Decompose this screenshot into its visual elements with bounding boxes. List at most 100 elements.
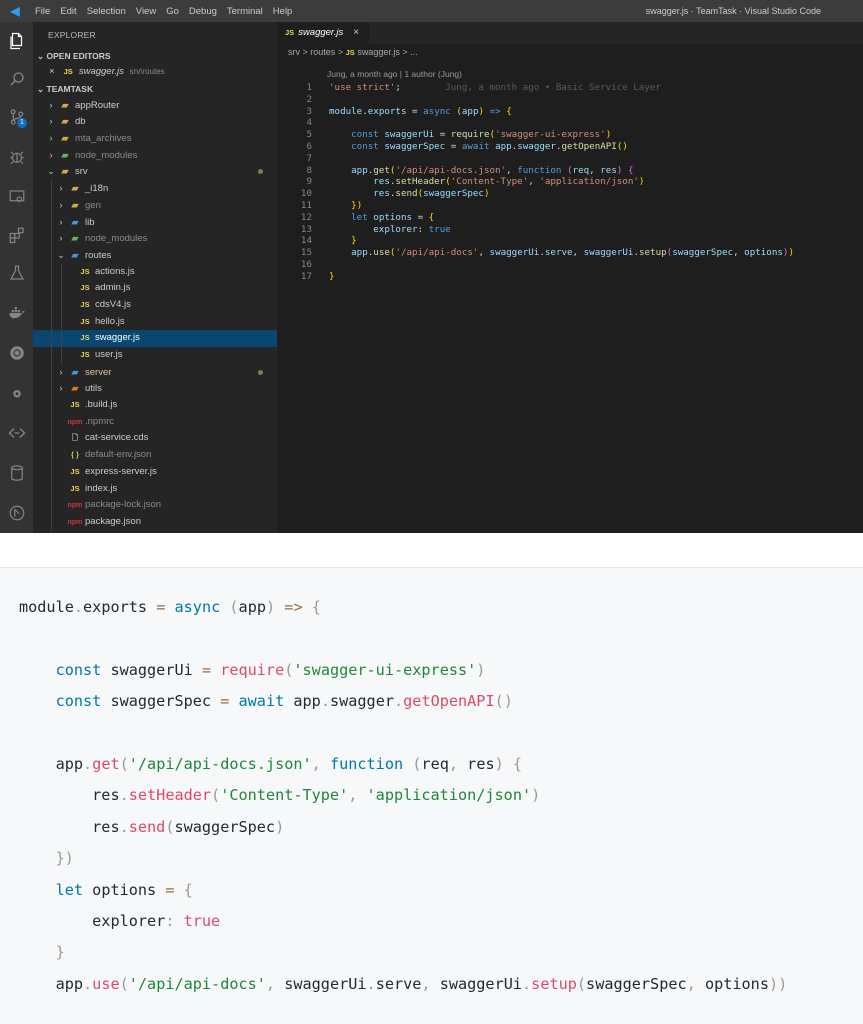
code-line[interactable]: 17}	[277, 271, 863, 283]
tree-item[interactable]: ⌄ ▰ routes	[33, 246, 277, 264]
tree-item[interactable]: JS admin.js	[33, 280, 277, 297]
tree-item-label: mta_archives	[75, 133, 132, 145]
folder-icon: ▰	[71, 199, 79, 210]
open-editor-item[interactable]: × JS swagger.js srv\routes	[33, 64, 277, 81]
tree-item-label: package.json	[85, 515, 141, 527]
code-line[interactable]: 10 res.send(swaggerSpec)	[277, 188, 863, 200]
tree-item[interactable]: › ▰ db	[33, 113, 277, 130]
code-line[interactable]: 3 module.exports = async (app) => {	[277, 106, 863, 118]
open-editor-path: srv\routes	[129, 67, 165, 76]
folder-icon: ▰	[71, 249, 79, 260]
close-icon[interactable]: ×	[49, 66, 55, 77]
indent-guide	[51, 380, 52, 398]
indent-guide	[51, 246, 52, 264]
tree-item[interactable]: JS hello.js	[33, 313, 277, 331]
menu-help[interactable]: Help	[268, 6, 298, 17]
indent-guide	[51, 513, 52, 531]
breadcrumb-file[interactable]: swagger.js	[357, 47, 400, 57]
tree-item[interactable]: › ▰ gen	[33, 196, 277, 214]
tree-item[interactable]: 🗋 cat-service.cds	[33, 430, 277, 448]
docker-icon[interactable]	[0, 298, 33, 328]
deploy-icon[interactable]	[0, 498, 33, 528]
tree-item[interactable]: JS actions.js	[33, 263, 277, 281]
tree-item[interactable]: › ▰ utils	[33, 380, 277, 398]
tree-item-label: actions.js	[95, 265, 135, 277]
extensions-icon[interactable]	[0, 220, 33, 250]
code-line[interactable]: 7	[277, 153, 863, 165]
code-line[interactable]: 5 const swaggerUi = require('swagger-ui-…	[277, 129, 863, 141]
code-text: module.exports = async (app) => {	[329, 105, 512, 117]
menu-file[interactable]: File	[30, 6, 55, 17]
code-line[interactable]: 4	[277, 117, 863, 129]
close-icon[interactable]: ×	[353, 22, 359, 44]
js-file-icon: JS	[70, 400, 80, 410]
cloud-icon[interactable]	[0, 378, 33, 408]
tree-item[interactable]: JS .build.js	[33, 397, 277, 414]
chevron-right-icon: ›	[59, 216, 63, 227]
code-line[interactable]: 16	[277, 259, 863, 271]
indent-guide	[61, 280, 62, 297]
code-line[interactable]: 6 const swaggerSpec = await app.swagger.…	[277, 141, 863, 153]
tree-item[interactable]: JS swagger.js	[33, 330, 277, 347]
tree-item[interactable]: JS cdsV4.js	[33, 296, 277, 314]
codelens-authors[interactable]: Jung, a month ago | 1 author (Jung)	[327, 69, 462, 79]
code-line[interactable]: 14 }	[277, 235, 863, 247]
code-line[interactable]: 8 app.get('/api/api-docs.json', function…	[277, 165, 863, 177]
menu-selection[interactable]: Selection	[82, 6, 131, 17]
menu-terminal[interactable]: Terminal	[222, 6, 268, 17]
open-editors-header[interactable]: ⌄ OPEN EDITORS	[33, 48, 277, 64]
code-line[interactable]: 1 'use strict'; Jung, a month ago • Basic…	[277, 82, 863, 94]
tree-item[interactable]: › ▰ node_modules	[33, 147, 277, 164]
tree-item[interactable]: › ▰ mta_archives	[33, 130, 277, 147]
tree-item[interactable]: npm package.json	[33, 513, 277, 531]
tree-item[interactable]: JS express-server.js	[33, 463, 277, 481]
tree-item[interactable]: npm package-lock.json	[33, 497, 277, 514]
line-number: 4	[306, 117, 312, 129]
code-line[interactable]: 9 res.setHeader('Content-Type', 'applica…	[277, 176, 863, 188]
code-text: explorer: true	[373, 223, 451, 235]
breadcrumb-more[interactable]: ...	[410, 47, 418, 57]
code-line[interactable]: 11 })	[277, 200, 863, 212]
source-control-icon[interactable]: 1	[0, 102, 33, 132]
code-line[interactable]: 15 app.use('/api/api-docs', swaggerUi.se…	[277, 247, 863, 259]
project-header[interactable]: ⌄ TEAMTASK	[33, 81, 277, 97]
code-line[interactable]: 2	[277, 94, 863, 106]
test-flask-icon[interactable]	[0, 258, 33, 288]
menu-view[interactable]: View	[131, 6, 161, 17]
indent-guide	[51, 296, 52, 314]
js-file-icon: JS	[63, 67, 73, 76]
json-file-icon: { }	[71, 450, 79, 460]
title-bar: ◀ File Edit Selection View Go Debug Term…	[0, 0, 863, 22]
chevron-down-icon: ⌄	[37, 83, 45, 94]
breadcrumb-srv[interactable]: srv	[288, 47, 300, 57]
menu-edit[interactable]: Edit	[55, 6, 81, 17]
code-line[interactable]: 12 let options = {	[277, 212, 863, 224]
chevron-right-icon: ›	[59, 233, 63, 244]
files-icon[interactable]	[0, 26, 33, 56]
tab-swagger-js[interactable]: JS swagger.js ×	[277, 22, 370, 44]
tree-item[interactable]: JS index.js	[33, 480, 277, 498]
remote-explorer-icon[interactable]	[0, 182, 33, 212]
code-editor[interactable]: 1 'use strict'; Jung, a month ago • Basic…	[277, 82, 863, 283]
npm-file-icon: npm	[67, 502, 83, 510]
git-blame-annotation: Jung, a month ago • Basic Service Layer	[400, 82, 661, 93]
api-icon[interactable]	[0, 418, 33, 448]
menu-go[interactable]: Go	[161, 6, 184, 17]
tree-item[interactable]: › ▰ _i18n	[33, 180, 277, 197]
menu-debug[interactable]: Debug	[184, 6, 222, 17]
tree-item[interactable]: › ▰ lib	[33, 213, 277, 231]
code-line[interactable]: 13 explorer: true	[277, 224, 863, 236]
tree-item[interactable]: npm .npmrc	[33, 413, 277, 431]
search-icon[interactable]	[0, 64, 33, 94]
code-snippet-block: module.exports = async (app) => { const …	[0, 567, 863, 1024]
tree-item[interactable]: › ▰ server	[33, 363, 277, 381]
database-icon[interactable]	[0, 458, 33, 488]
tree-item[interactable]: ⌄ ▰ srv	[33, 163, 277, 180]
debug-icon[interactable]	[0, 142, 33, 172]
tree-item[interactable]: JS user.js	[33, 347, 277, 364]
tree-item[interactable]: › ▰ node_modules	[33, 230, 277, 247]
tree-item[interactable]: { } default-env.json	[33, 447, 277, 464]
kubernetes-icon[interactable]	[0, 338, 33, 368]
tree-item[interactable]: › ▰ appRouter	[33, 97, 277, 114]
breadcrumb-routes[interactable]: routes	[310, 47, 335, 57]
